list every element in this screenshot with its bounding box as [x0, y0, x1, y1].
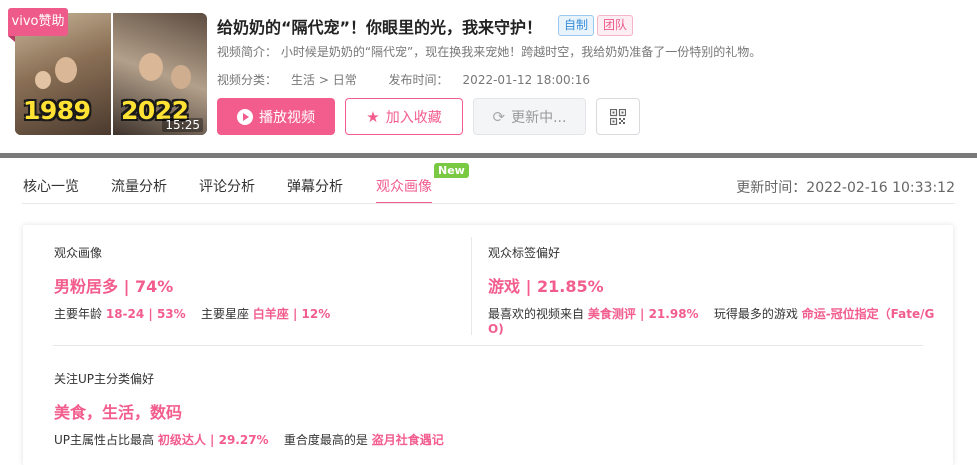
video-description: 视频简介： 小时候是奶奶的“隔代宠”，现在换我来宠她！跨越时空，我给奶奶准备了一… [217, 43, 761, 60]
updating-button[interactable]: ⟳ 更新中... [473, 98, 586, 135]
tag-preference-details-wrap: O) [488, 322, 934, 336]
play-circle-icon [237, 108, 253, 125]
face-shape [139, 53, 163, 81]
tag-preference-block: 观众标签偏好 游戏 | 21.85% 最喜欢的视频来自 美食测评 | 21.98… [488, 244, 934, 336]
video-meta: 视频分类： 生活 > 日常 发布时间： 2022-01-12 18:00:16 [217, 71, 618, 88]
tab-danmaku-analysis[interactable]: 弹幕分析 [287, 176, 343, 196]
tag-preference-label: 观众标签偏好 [488, 246, 561, 260]
video-title[interactable]: 给奶奶的“隔代宠”！你眼里的光，我来守护！ [217, 14, 542, 38]
publish-label: 发布时间： [388, 73, 449, 87]
zodiac-label: 主要星座 [200, 307, 249, 321]
face-shape [35, 71, 51, 89]
fav-video-value: 美食测评 | 21.98% [587, 307, 699, 321]
qr-code-icon [610, 108, 626, 125]
tag-team: 团队 [597, 15, 634, 36]
update-time-label: 更新时间： [736, 180, 807, 196]
audience-profile-block: 观众画像 男粉居多 | 74% 主要年龄 18-24 | 53% 主要星座 白羊… [54, 244, 330, 322]
tag-preference-value: 游戏 | 21.85% [488, 277, 604, 296]
thumbnail-year-left: 1989 [23, 96, 91, 125]
desc-text: 小时候是奶奶的“隔代宠”，现在换我来宠她！跨越时空，我给奶奶准备了一份特别的礼物… [280, 45, 762, 59]
zodiac-value: 白羊座 | 12% [252, 307, 331, 321]
video-duration: 15:25 [162, 118, 203, 132]
top-game-value: 命运-冠位指定（Fate/G [801, 307, 935, 321]
tab-comment-analysis[interactable]: 评论分析 [199, 176, 255, 196]
update-time: 更新时间：2022-02-16 10:33:12 [736, 177, 955, 197]
category: 视频分类： 生活 > 日常 [217, 73, 371, 87]
row-divider [53, 345, 923, 346]
column-divider [471, 237, 472, 335]
sponsor-badge: vivo赞助 [8, 8, 68, 36]
sponsor-badge-tail [8, 36, 15, 42]
update-time-value: 2022-02-16 10:33:12 [806, 180, 955, 196]
qr-code-button[interactable] [596, 98, 640, 135]
audience-profile-details: 主要年龄 18-24 | 53% 主要星座 白羊座 | 12% [54, 305, 330, 322]
play-video-button[interactable]: 播放视频 [217, 98, 335, 135]
tab-traffic-analysis[interactable]: 流量分析 [111, 176, 167, 196]
tabs-baseline [22, 203, 955, 204]
overlap-value: 盗月社食遇记 [371, 433, 444, 447]
favorite-label: 加入收藏 [385, 109, 442, 126]
publish-value: 2022-01-12 18:00:16 [462, 73, 590, 87]
up-preference-details: UP主属性占比最高 初级达人 | 29.27% 重合度最高的是 盗月社食遇记 [54, 431, 444, 448]
top-game-label: 玩得最多的游戏 [713, 307, 798, 321]
video-header: 1989 2022 15:25 vivo赞助 给奶奶的“隔代宠”！你眼里的光，我… [0, 0, 977, 153]
fav-video-label: 最喜欢的视频来自 [488, 307, 585, 321]
tag-self-made: 自制 [558, 15, 595, 36]
up-preference-label: 关注UP主分类偏好 [54, 372, 155, 386]
audience-profile-panel: 观众画像 男粉居多 | 74% 主要年龄 18-24 | 53% 主要星座 白羊… [23, 225, 953, 465]
audience-profile-label: 观众画像 [54, 246, 103, 260]
top-game-value-cont: O) [488, 322, 504, 336]
face-shape [55, 57, 77, 83]
overlap-label: 重合度最高的是 [283, 433, 368, 447]
tag-preference-details: 最喜欢的视频来自 美食测评 | 21.98% 玩得最多的游戏 命运-冠位指定（F… [488, 305, 934, 322]
publish-time: 发布时间： 2022-01-12 18:00:16 [389, 73, 604, 87]
up-preference-block: 关注UP主分类偏好 美食，生活，数码 UP主属性占比最高 初级达人 | 29.2… [54, 370, 444, 448]
desc-label: 视频简介： [217, 45, 278, 59]
tab-core-overview[interactable]: 核心一览 [23, 176, 79, 196]
up-preference-value: 美食，生活，数码 [54, 403, 183, 422]
face-shape [171, 65, 191, 89]
age-value: 18-24 | 53% [105, 307, 186, 321]
category-value: 生活 > 日常 [291, 73, 357, 87]
new-badge: New [434, 163, 469, 178]
up-attr-value: 初级达人 | 29.27% [157, 433, 269, 447]
audience-gender-value: 男粉居多 | 74% [54, 277, 174, 296]
age-label: 主要年龄 [54, 307, 103, 321]
play-label: 播放视频 [259, 109, 315, 126]
category-label: 视频分类： [217, 73, 278, 87]
add-favorite-button[interactable]: ★ 加入收藏 [345, 98, 463, 135]
refresh-icon: ⟳ [492, 107, 506, 126]
star-icon: ★ [366, 107, 380, 126]
updating-label: 更新中... [511, 109, 567, 126]
tab-audience-profile[interactable]: 观众画像 [376, 176, 432, 196]
analysis-tabs: 核心一览 流量分析 评论分析 弹幕分析 观众画像 New 更新时间：2022-0… [0, 158, 977, 206]
up-attr-label: UP主属性占比最高 [54, 433, 155, 447]
